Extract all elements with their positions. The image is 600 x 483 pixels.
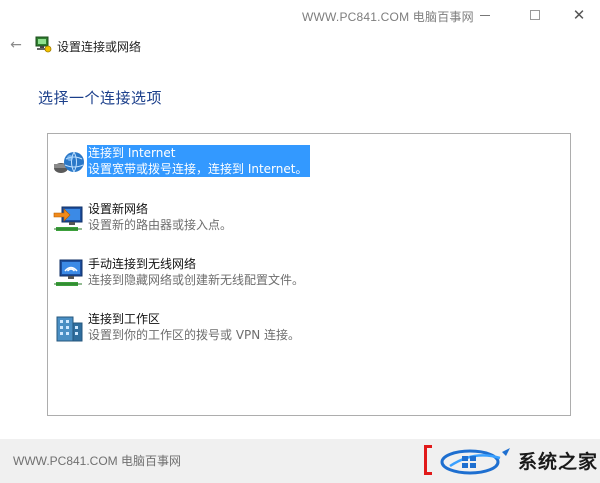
option-title: 设置新网络 — [88, 202, 149, 216]
option-connect-workplace[interactable]: 连接到工作区 设置到你的工作区的拨号或 VPN 连接。 — [52, 311, 492, 353]
option-text: 连接到 Internet 设置宽带或拨号连接，连接到 Internet。 — [87, 145, 311, 177]
network-setup-icon — [35, 36, 52, 53]
back-arrow-icon: ← — [10, 37, 22, 53]
brand-emblem-icon — [440, 448, 510, 475]
option-text: 连接到工作区 设置到你的工作区的拨号或 VPN 连接。 — [88, 311, 300, 343]
option-text: 设置新网络 设置新的路由器或接入点。 — [88, 201, 232, 233]
option-description: 设置宽带或拨号连接，连接到 Internet。 — [88, 162, 308, 176]
maximize-icon — [530, 10, 540, 20]
brand-logo: 系统之家 — [424, 443, 600, 479]
option-setup-new-network[interactable]: 设置新网络 设置新的路由器或接入点。 — [52, 201, 492, 243]
option-text: 手动连接到无线网络 连接到隐藏网络或创建新无线配置文件。 — [88, 256, 304, 288]
maximize-button[interactable] — [512, 0, 558, 30]
brand-bracket-icon — [424, 445, 432, 475]
option-title: 连接到工作区 — [88, 312, 161, 326]
close-button[interactable]: ✕ — [556, 0, 600, 30]
globe-network-icon — [54, 151, 84, 173]
footer-watermark: WWW.PC841.COM 电脑百事网 — [13, 454, 182, 468]
option-description: 设置到你的工作区的拨号或 VPN 连接。 — [88, 328, 301, 342]
option-title: 手动连接到无线网络 — [88, 257, 197, 271]
close-icon: ✕ — [572, 5, 586, 24]
brand-text: 系统之家 — [518, 451, 599, 473]
connection-options-list: 连接到 Internet 设置宽带或拨号连接，连接到 Internet。 设置新… — [47, 133, 571, 416]
option-description: 设置新的路由器或接入点。 — [88, 218, 233, 232]
option-connect-internet[interactable]: 连接到 Internet 设置宽带或拨号连接，连接到 Internet。 — [52, 145, 492, 188]
option-manual-wireless[interactable]: 手动连接到无线网络 连接到隐藏网络或创建新无线配置文件。 — [52, 256, 492, 298]
option-title: 连接到 Internet — [88, 146, 176, 160]
option-description: 连接到隐藏网络或创建新无线配置文件。 — [88, 273, 305, 287]
minimize-button[interactable] — [462, 0, 508, 30]
minimize-icon — [480, 14, 490, 16]
page-heading: 选择一个连接选项 — [38, 89, 163, 107]
new-network-icon — [53, 206, 83, 231]
window-titlebar: WWW.PC841.COM 电脑百事网 ✕ — [0, 0, 600, 32]
wizard-title: 设置连接或网络 — [57, 40, 142, 54]
titlebar-watermark: WWW.PC841.COM 电脑百事网 — [302, 10, 474, 24]
workplace-icon — [56, 316, 83, 342]
back-button[interactable]: ← — [6, 36, 26, 54]
wireless-network-icon — [54, 259, 83, 286]
